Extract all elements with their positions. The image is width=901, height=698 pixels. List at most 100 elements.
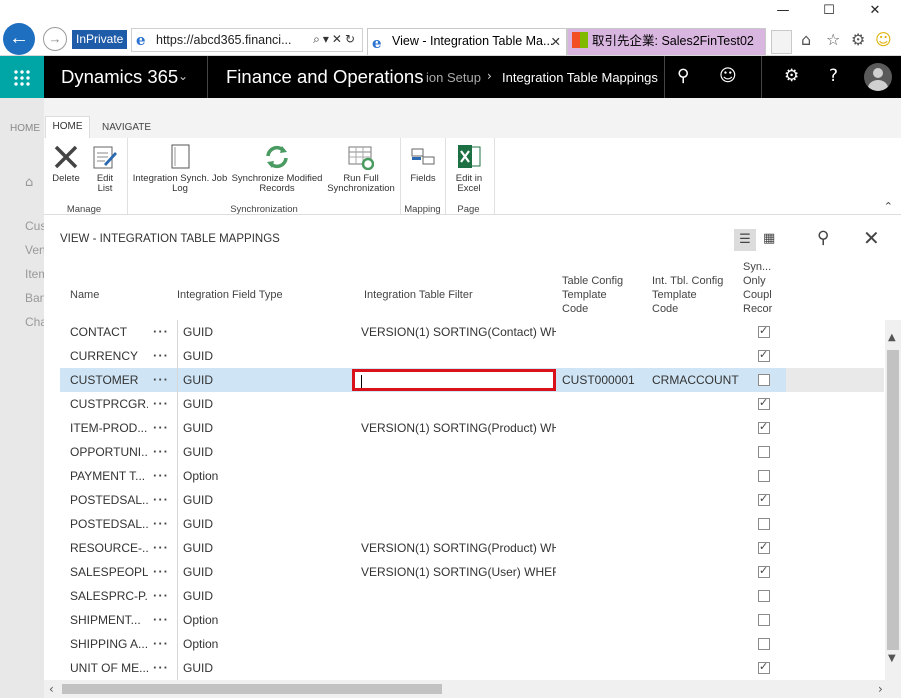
cell-field-type[interactable]: GUID (177, 488, 287, 512)
cell-int-template-code[interactable] (652, 440, 742, 464)
cell-filter[interactable] (361, 344, 556, 368)
full-sync-button[interactable]: Run Full Synchronization (326, 144, 396, 194)
sync-only-coupled-checkbox[interactable] (758, 348, 770, 362)
cell-int-template-code[interactable] (652, 488, 742, 512)
cell-filter[interactable]: VERSION(1) SORTING(Product) WHEF (361, 536, 556, 560)
cell-template-code[interactable]: CUST000001 (562, 368, 647, 392)
table-row[interactable]: SHIPPING A... ··· Option (60, 632, 884, 656)
list-view-icon[interactable]: ☰ (734, 229, 756, 251)
table-row[interactable]: CUSTPRCGR... ··· GUID (60, 392, 884, 416)
cell-int-template-code[interactable] (652, 608, 742, 632)
col-header-name[interactable]: Name (70, 288, 99, 302)
sync-only-coupled-checkbox[interactable] (758, 492, 770, 506)
fields-button[interactable]: Fields (406, 144, 440, 184)
avatar[interactable] (864, 63, 892, 91)
cell-name[interactable]: POSTEDSAL... (70, 512, 148, 536)
cell-filter[interactable] (361, 608, 556, 632)
cell-template-code[interactable] (562, 656, 647, 680)
tab-close-icon[interactable]: ✕ (551, 29, 561, 54)
cell-filter[interactable]: VERSION(1) SORTING(User) WHERE(S (361, 560, 556, 584)
tab-navigate[interactable]: NAVIGATE (102, 122, 151, 133)
settings-gear-icon[interactable]: ⚙ (784, 66, 799, 86)
cell-name[interactable]: SALESPRC-P... (70, 584, 148, 608)
table-row[interactable]: SALESPRC-P... ··· GUID (60, 584, 884, 608)
cell-field-type[interactable]: GUID (177, 392, 287, 416)
cell-name[interactable]: CURRENCY (70, 344, 148, 368)
scroll-thumb[interactable] (62, 684, 442, 694)
table-row[interactable]: CUSTOMER ··· GUID CUST000001 CRMACCOUNT (60, 368, 884, 392)
cell-int-template-code[interactable] (652, 560, 742, 584)
cell-int-template-code[interactable] (652, 656, 742, 680)
cell-filter[interactable] (361, 584, 556, 608)
cell-int-template-code[interactable] (652, 536, 742, 560)
cell-field-type[interactable]: GUID (177, 416, 287, 440)
cell-int-template-code[interactable] (652, 416, 742, 440)
browser-tab-account[interactable]: 取引先企業: Sales2FinTest02 (567, 28, 766, 55)
brand-title[interactable]: Dynamics 365 (61, 66, 178, 88)
scroll-left-icon[interactable]: ‹ (49, 682, 54, 696)
scroll-thumb[interactable] (887, 350, 899, 650)
details-view-icon[interactable]: ▦ (763, 231, 775, 246)
sync-only-coupled-checkbox[interactable] (758, 660, 770, 674)
table-row[interactable]: SHIPMENT... ··· Option (60, 608, 884, 632)
col-header-field-type[interactable]: Integration Field Type (177, 288, 283, 302)
cell-field-type[interactable]: GUID (177, 512, 287, 536)
scroll-down-icon[interactable]: ▼ (888, 653, 896, 664)
cell-template-code[interactable] (562, 488, 647, 512)
row-menu-icon[interactable]: ··· (150, 656, 172, 680)
edit-list-button[interactable]: Edit List (90, 144, 120, 194)
delete-button[interactable]: Delete (50, 144, 82, 184)
smiley-icon[interactable]: ☺ (875, 30, 892, 49)
cell-int-template-code[interactable] (652, 392, 742, 416)
search-icon[interactable]: ⚲ (817, 228, 829, 248)
cell-int-template-code[interactable] (652, 584, 742, 608)
search-icon[interactable]: ⚲ (677, 66, 689, 86)
cell-name[interactable]: RESOURCE-... (70, 536, 148, 560)
job-log-button[interactable]: Integration Synch. Job Log (132, 144, 228, 194)
cell-field-type[interactable]: GUID (177, 440, 287, 464)
cell-int-template-code[interactable] (652, 512, 742, 536)
row-menu-icon[interactable]: ··· (150, 512, 172, 536)
row-menu-icon[interactable]: ··· (150, 608, 172, 632)
table-row[interactable]: POSTEDSAL... ··· GUID (60, 488, 884, 512)
cell-template-code[interactable] (562, 392, 647, 416)
row-menu-icon[interactable]: ··· (150, 416, 172, 440)
cell-filter[interactable] (361, 392, 556, 416)
row-menu-icon[interactable]: ··· (150, 368, 172, 392)
scroll-up-icon[interactable]: ▲ (888, 332, 896, 343)
col-header-sync-only-coupled[interactable]: Syn... Only Coupl Recor (743, 260, 773, 316)
cell-field-type[interactable]: Option (177, 632, 287, 656)
row-menu-icon[interactable]: ··· (150, 392, 172, 416)
close-window-icon[interactable]: ✕ (852, 0, 898, 22)
sync-only-coupled-checkbox[interactable] (758, 518, 770, 530)
table-row[interactable]: CURRENCY ··· GUID (60, 344, 884, 368)
cell-template-code[interactable] (562, 560, 647, 584)
cell-field-type[interactable]: GUID (177, 320, 287, 344)
table-row[interactable]: RESOURCE-... ··· GUID VERSION(1) SORTING(Pr… (60, 536, 884, 560)
cell-filter[interactable] (361, 464, 556, 488)
row-menu-icon[interactable]: ··· (150, 560, 172, 584)
table-row[interactable]: OPPORTUNI... ··· GUID (60, 440, 884, 464)
cell-int-template-code[interactable] (652, 320, 742, 344)
sync-only-coupled-checkbox[interactable] (758, 446, 770, 458)
back-arrow-icon[interactable]: ← (3, 23, 35, 55)
table-row[interactable]: SALESPEOPLE···GUID VERSION(1) SORTING(Use… (60, 560, 884, 584)
row-menu-icon[interactable]: ··· (150, 464, 172, 488)
cell-name[interactable]: POSTEDSAL... (70, 488, 148, 512)
sync-only-coupled-checkbox[interactable] (758, 396, 770, 410)
sync-only-coupled-checkbox[interactable] (758, 590, 770, 602)
home-icon[interactable]: ⌂ (801, 30, 811, 49)
cell-template-code[interactable] (562, 416, 647, 440)
favorites-star-icon[interactable]: ☆ (826, 30, 840, 49)
cell-name[interactable]: SHIPPING A... (70, 632, 148, 656)
vertical-scrollbar[interactable]: ▲ ▼ (885, 320, 901, 680)
tab-home[interactable]: HOME (45, 116, 90, 138)
row-menu-icon[interactable]: ··· (150, 632, 172, 656)
cell-field-type[interactable]: GUID (177, 368, 287, 392)
cell-filter[interactable] (361, 488, 556, 512)
row-menu-icon[interactable]: ··· (150, 488, 172, 512)
cell-int-template-code[interactable]: CRMACCOUNT (652, 368, 742, 392)
cell-filter[interactable]: VERSION(1) SORTING(Product) WHEF (361, 416, 556, 440)
col-header-template-code[interactable]: Table Config Template Code (562, 274, 623, 316)
sync-only-coupled-checkbox[interactable] (758, 638, 770, 650)
